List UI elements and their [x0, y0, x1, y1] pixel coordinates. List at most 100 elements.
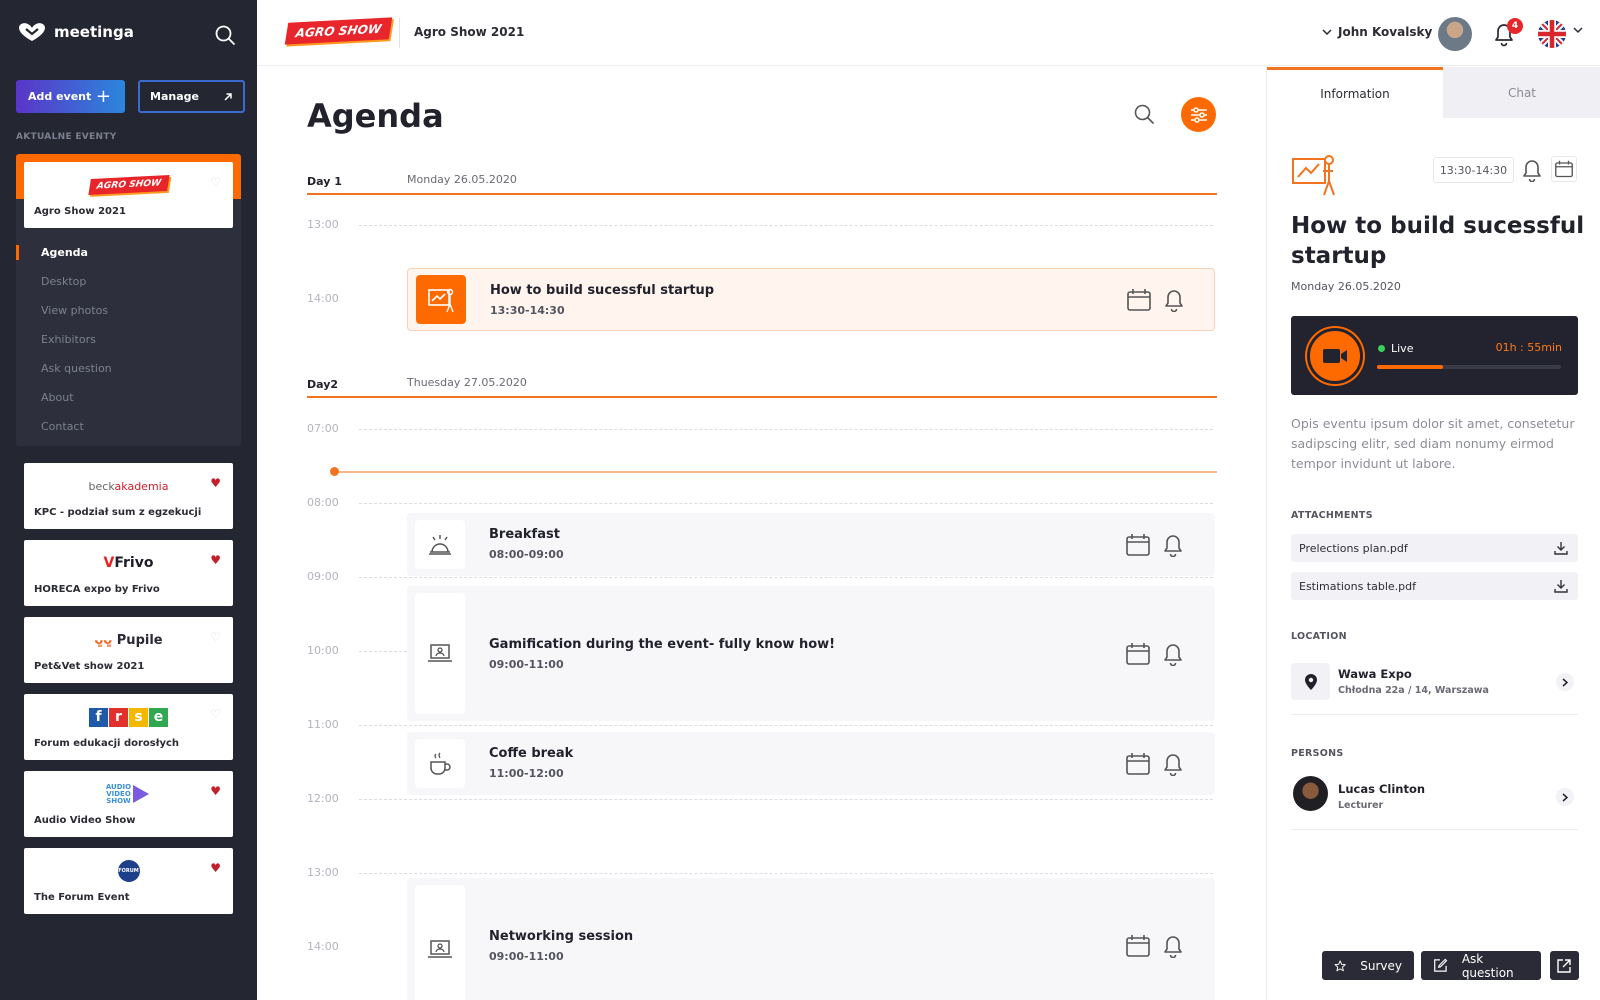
calendar-icon[interactable]	[1125, 533, 1151, 557]
hour-line	[359, 725, 1213, 726]
event-card[interactable]: VFrivo ♥ HORECA expo by Frivo	[24, 540, 233, 606]
active-event-card[interactable]: AGRO SHOW ♡ Agro Show 2021	[24, 162, 233, 228]
nav-item-desktop[interactable]: Desktop	[16, 267, 241, 296]
heart-icon[interactable]: ♥	[210, 785, 221, 797]
event-card[interactable]: beckakademia ♥ KPC - podział sum z egzek…	[24, 463, 233, 529]
chevron-right-icon[interactable]	[1556, 788, 1574, 806]
download-icon[interactable]	[1554, 541, 1568, 555]
avatar[interactable]	[1438, 17, 1472, 51]
bell-icon[interactable]	[1163, 288, 1185, 312]
tab-chat[interactable]: Chat	[1443, 67, 1600, 118]
session-card[interactable]: Coffe break 11:00-12:00	[407, 732, 1215, 795]
attachment-item[interactable]: Prelections plan.pdf	[1291, 534, 1578, 562]
add-to-calendar-button[interactable]	[1551, 156, 1577, 182]
hour-line	[359, 577, 1213, 578]
event-name: HORECA expo by Frivo	[34, 584, 160, 595]
event-card[interactable]: frse ♡ Forum edukacji dorosłych	[24, 694, 233, 760]
event-logo: ᴗ͈ᴗ͈ Pupile	[24, 629, 233, 651]
session-title: Networking session	[489, 929, 634, 944]
heart-icon[interactable]: ♥	[210, 862, 221, 874]
hour-label: 13:00	[307, 218, 339, 231]
bell-icon[interactable]	[1521, 158, 1543, 182]
event-card[interactable]: ᴗ͈ᴗ͈ Pupile ♡ Pet&Vet show 2021	[24, 617, 233, 683]
location-row[interactable]: Wawa Expo Chłodna 22a / 14, Warszawa	[1291, 659, 1578, 715]
frse-logo: frse	[89, 707, 168, 727]
ask-question-label: Ask question	[1461, 951, 1514, 980]
event-logo: AUDIO VIDEO SHOW	[24, 783, 233, 805]
calendar-icon[interactable]	[1125, 934, 1151, 958]
nav-item-contact[interactable]: Contact	[16, 412, 241, 441]
chevron-down-icon[interactable]	[1573, 26, 1583, 34]
brand-logo[interactable]: meetinga	[18, 22, 134, 42]
bell-icon[interactable]	[1162, 533, 1184, 557]
nav-item-exhibitors[interactable]: Exhibitors	[16, 325, 241, 354]
logo-text: beck	[88, 479, 115, 493]
event-name: Pet&Vet show 2021	[34, 661, 145, 672]
search-icon[interactable]	[1133, 103, 1155, 125]
session-card[interactable]: Breakfast 08:00-09:00	[407, 513, 1215, 576]
heart-icon[interactable]: ♡	[210, 176, 221, 188]
calendar-icon[interactable]	[1126, 288, 1152, 312]
event-card[interactable]: FORUM ♥ The Forum Event	[24, 848, 233, 914]
session-title: Gamification during the event- fully kno…	[489, 637, 836, 652]
nav-item-ask-question[interactable]: Ask question	[16, 354, 241, 383]
user-name: John Kovalsky	[1338, 25, 1433, 39]
day-label: Day2	[307, 378, 339, 391]
session-card[interactable]: Gamification during the event- fully kno…	[407, 586, 1215, 721]
event-name: KPC - podział sum z egzekucji	[34, 507, 202, 518]
attachment-item[interactable]: Estimations table.pdf	[1291, 572, 1578, 600]
audio-video-show-logo: AUDIO VIDEO SHOW	[105, 782, 132, 805]
hour-line	[359, 873, 1213, 874]
search-icon[interactable]	[214, 24, 236, 46]
page-title: Agenda	[307, 97, 444, 135]
session-title: How to build sucessful startup	[1291, 213, 1585, 269]
bell-icon[interactable]	[1162, 752, 1184, 776]
session-title: Coffe break	[489, 746, 574, 761]
ask-question-button[interactable]: Ask question	[1421, 951, 1541, 980]
nav-item-view-photos[interactable]: View photos	[16, 296, 241, 325]
heart-icon[interactable]: ♡	[210, 631, 221, 643]
share-button[interactable]	[1550, 951, 1579, 980]
session-card[interactable]: Networking session 09:00-11:00	[407, 878, 1215, 1000]
live-progress-bar	[1377, 365, 1561, 369]
bell-icon[interactable]	[1162, 934, 1184, 958]
laptop-user-icon	[428, 940, 452, 958]
download-icon[interactable]	[1554, 579, 1568, 593]
tab-information[interactable]: Information	[1267, 67, 1443, 118]
nav-item-agenda[interactable]: Agenda	[16, 238, 241, 267]
calendar-icon[interactable]	[1125, 752, 1151, 776]
manage-label: Manage	[150, 90, 199, 103]
calendar-icon[interactable]	[1125, 642, 1151, 666]
survey-label: Survey	[1360, 958, 1402, 973]
chevron-right-icon[interactable]	[1556, 673, 1574, 691]
live-status: Live	[1378, 342, 1413, 355]
logo-text-accent: akademia	[114, 479, 169, 493]
survey-button[interactable]: Survey	[1322, 951, 1414, 980]
manage-button[interactable]: Manage	[138, 80, 245, 113]
event-logo: VFrivo	[24, 552, 233, 574]
heart-icon[interactable]: ♥	[210, 554, 221, 566]
day-label: Day 1	[307, 175, 342, 188]
bell-icon[interactable]	[1162, 642, 1184, 666]
nav-item-about[interactable]: About	[16, 383, 241, 412]
hour-label: 10:00	[307, 644, 339, 657]
person-row[interactable]: Lucas Clinton Lecturer	[1291, 774, 1578, 830]
event-card[interactable]: AUDIO VIDEO SHOW ♥ Audio Video Show	[24, 771, 233, 837]
session-card[interactable]: How to build sucessful startup 13:30-14:…	[407, 268, 1215, 331]
user-menu[interactable]: John Kovalsky	[1322, 25, 1432, 39]
food-cloche-icon	[429, 534, 451, 555]
add-event-button[interactable]: Add event +	[16, 80, 125, 113]
live-stream-button[interactable]	[1307, 328, 1363, 384]
uk-flag-icon[interactable]	[1538, 20, 1566, 48]
filter-button[interactable]	[1181, 97, 1216, 132]
hour-label: 07:00	[307, 422, 339, 435]
add-event-label: Add event	[28, 90, 92, 103]
live-stream-box[interactable]: Live 01h : 55min	[1291, 316, 1578, 395]
persons-label: PERSONS	[1291, 748, 1344, 759]
event-brand-logo[interactable]: AGRO SHOW	[284, 17, 393, 45]
session-time-chip: 13:30-14:30	[1433, 157, 1514, 183]
heart-icon[interactable]: ♥	[210, 477, 221, 489]
heart-icon[interactable]: ♡	[210, 708, 221, 720]
logo-text-accent: V	[103, 555, 115, 571]
hour-label: 12:00	[307, 792, 339, 805]
